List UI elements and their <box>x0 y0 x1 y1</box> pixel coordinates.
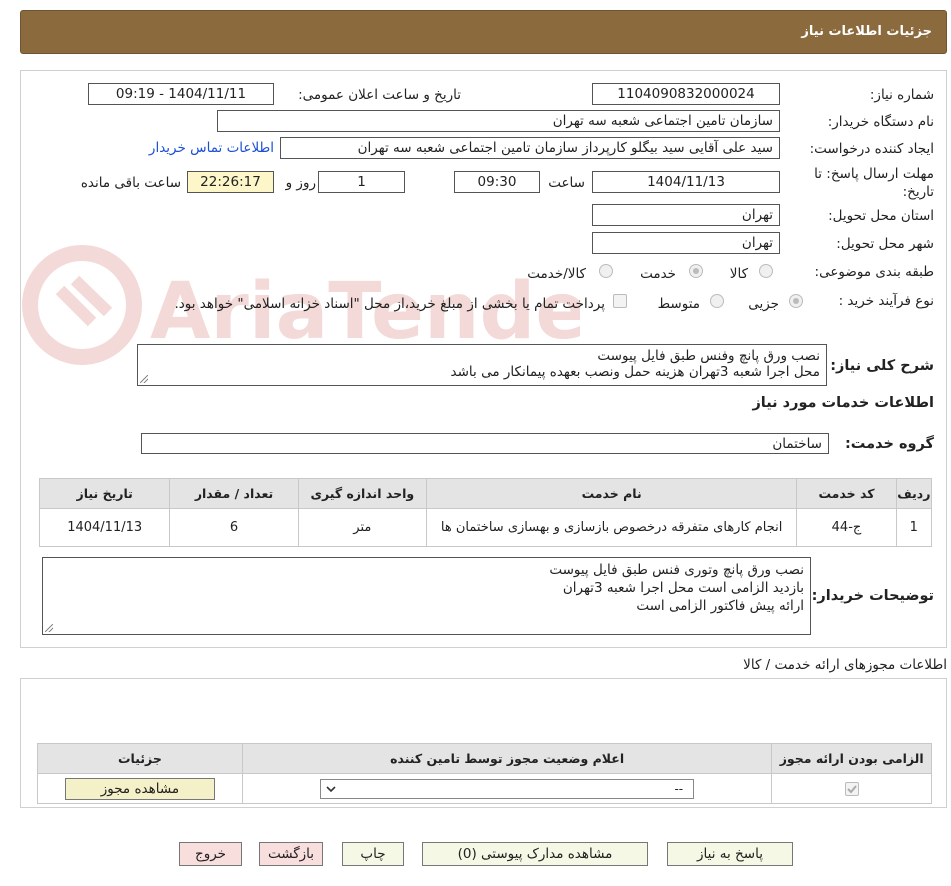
col-permit-status: اعلام وضعیت مجوز توسط تامین کننده <box>241 743 773 774</box>
service-group-label: گروه خدمت: <box>844 436 934 452</box>
summary-textarea[interactable]: نصب ورق پانچ وفنس طبق فایل پیوست محل اجر… <box>137 344 827 386</box>
payment-note: پرداخت تمام یا بخشی از مبلغ خرید،از محل … <box>174 296 605 312</box>
cell-qty: 6 <box>169 508 299 547</box>
city-label: شهر محل تحویل: <box>836 236 934 252</box>
buyer-notes-line-2: بازدید الزامی است محل اجرا شعبه 3تهران <box>562 580 804 596</box>
view-attachments-button[interactable]: مشاهده مدارک پیوستی (0) <box>422 842 648 866</box>
services-table-header: ردیف کد خدمت نام خدمت واحد اندازه گیری ت… <box>38 478 933 509</box>
col-name: نام خدمت <box>425 478 798 509</box>
days-label: روز و <box>285 175 316 191</box>
cell-name: انجام کارهای متفرقه درخصوص بازسازی و بهس… <box>425 508 798 547</box>
announce-field: 1404/11/11 - 09:19 <box>88 83 274 105</box>
purchase-option-medium: متوسط <box>657 296 700 312</box>
buyer-org-field: سازمان تامین اجتماعی شعبه سه تهران <box>217 110 780 132</box>
buyer-org-label: نام دستگاه خریدار: <box>827 114 934 130</box>
category-radio-goods[interactable] <box>759 264 773 278</box>
col-permit-required: الزامی بودن ارائه مجوز <box>771 743 932 774</box>
category-label: طبقه بندی موضوعی: <box>814 264 934 280</box>
permit-status-select[interactable]: -- <box>320 778 695 799</box>
col-unit: واحد اندازه گیری <box>297 478 427 509</box>
cell-permit-required <box>771 773 932 804</box>
summary-line-2: محل اجرا شعبه 3تهران هزینه حمل ونصب بعهد… <box>450 364 820 380</box>
category-option-both: کالا/خدمت <box>527 266 586 282</box>
deadline-label-date: تاریخ: <box>902 184 934 200</box>
province-label: استان محل تحویل: <box>828 208 934 224</box>
buyer-notes-textarea[interactable]: نصب ورق پانچ وتوری فنس طبق فایل پیوست با… <box>42 557 811 635</box>
purchase-option-minor: جزیی <box>748 296 779 312</box>
purchase-radio-minor[interactable] <box>789 294 803 308</box>
table-row: -- مشاهده مجوز <box>37 773 932 804</box>
category-option-service: خدمت <box>640 266 676 282</box>
print-button[interactable]: چاپ <box>342 842 404 866</box>
buyer-contact-link[interactable]: اطلاعات تماس خریدار <box>149 140 274 156</box>
page-title: جزئیات اطلاعات نیاز <box>801 24 932 39</box>
chevron-down-icon <box>326 785 336 792</box>
permit-status-value: -- <box>674 781 684 796</box>
col-permit-details: جزئیات <box>37 743 243 774</box>
col-row: ردیف <box>895 478 933 509</box>
cell-permit-status: -- <box>241 773 773 804</box>
purchase-radio-medium[interactable] <box>710 294 724 308</box>
summary-label: شرح کلی نیاز: <box>830 358 934 374</box>
permits-table: الزامی بودن ارائه مجوز اعلام وضعیت مجوز … <box>37 743 932 804</box>
services-table: ردیف کد خدمت نام خدمت واحد اندازه گیری ت… <box>38 478 933 547</box>
reply-button[interactable]: پاسخ به نیاز <box>667 842 793 866</box>
cell-code: ج-44 <box>796 508 897 547</box>
buyer-notes-line-1: نصب ورق پانچ وتوری فنس طبق فایل پیوست <box>549 562 804 578</box>
city-field: تهران <box>592 232 780 254</box>
remaining-label: ساعت باقی مانده <box>80 175 181 191</box>
deadline-date-field: 1404/11/13 <box>592 171 780 193</box>
page-header: جزئیات اطلاعات نیاز <box>20 10 947 54</box>
category-option-goods: کالا <box>729 266 748 282</box>
exit-button[interactable]: خروج <box>179 842 242 866</box>
resize-grip-icon[interactable] <box>140 375 148 383</box>
remaining-time-field: 22:26:17 <box>187 171 274 193</box>
watermark-mark <box>55 275 113 327</box>
col-qty: تعداد / مقدار <box>169 478 299 509</box>
view-permit-button[interactable]: مشاهده مجوز <box>64 777 215 800</box>
check-icon <box>846 784 857 793</box>
permits-title: اطلاعات مجوزهای ارائه خدمت / کالا <box>743 657 947 673</box>
days-field: 1 <box>318 171 405 193</box>
table-row: 1 ج-44 انجام کارهای متفرقه درخصوص بازساز… <box>38 508 933 547</box>
col-code: کد خدمت <box>796 478 897 509</box>
deadline-time-label: ساعت <box>548 175 585 191</box>
back-button[interactable]: بازگشت <box>259 842 323 866</box>
permit-required-checkbox[interactable] <box>844 781 859 796</box>
cell-unit: متر <box>297 508 427 547</box>
category-radio-service[interactable] <box>689 264 703 278</box>
province-field: تهران <box>592 204 780 226</box>
deadline-label: مهلت ارسال پاسخ: تا <box>814 166 934 182</box>
creator-label: ایجاد کننده درخواست: <box>809 141 934 157</box>
purchase-type-label: نوع فرآیند خرید : <box>838 293 934 309</box>
service-group-field: ساختمان <box>141 433 829 454</box>
permits-table-header: الزامی بودن ارائه مجوز اعلام وضعیت مجوز … <box>37 743 932 774</box>
announce-label: تاریخ و ساعت اعلان عمومی: <box>298 87 461 103</box>
deadline-time-field: 09:30 <box>454 171 540 193</box>
col-date: تاریخ نیاز <box>38 478 171 509</box>
resize-grip-icon[interactable] <box>45 624 53 632</box>
creator-field: سید علی آقایی سید بیگلو کارپرداز سازمان … <box>280 137 780 159</box>
cell-row: 1 <box>895 508 933 547</box>
buyer-notes-label: توضیحات خریدار: <box>811 588 934 604</box>
services-title: اطلاعات خدمات مورد نیاز <box>752 395 934 411</box>
cell-permit-details: مشاهده مجوز <box>37 773 243 804</box>
cell-date: 1404/11/13 <box>38 508 171 547</box>
category-radio-both[interactable] <box>599 264 613 278</box>
treasury-checkbox[interactable] <box>613 294 627 308</box>
summary-line-1: نصب ورق پانچ وفنس طبق فایل پیوست <box>597 348 820 364</box>
need-number-label: شماره نیاز: <box>869 87 934 103</box>
buyer-notes-line-3: ارائه پیش فاکتور الزامی است <box>636 598 804 614</box>
need-number-field: 1104090832000024 <box>592 83 780 105</box>
